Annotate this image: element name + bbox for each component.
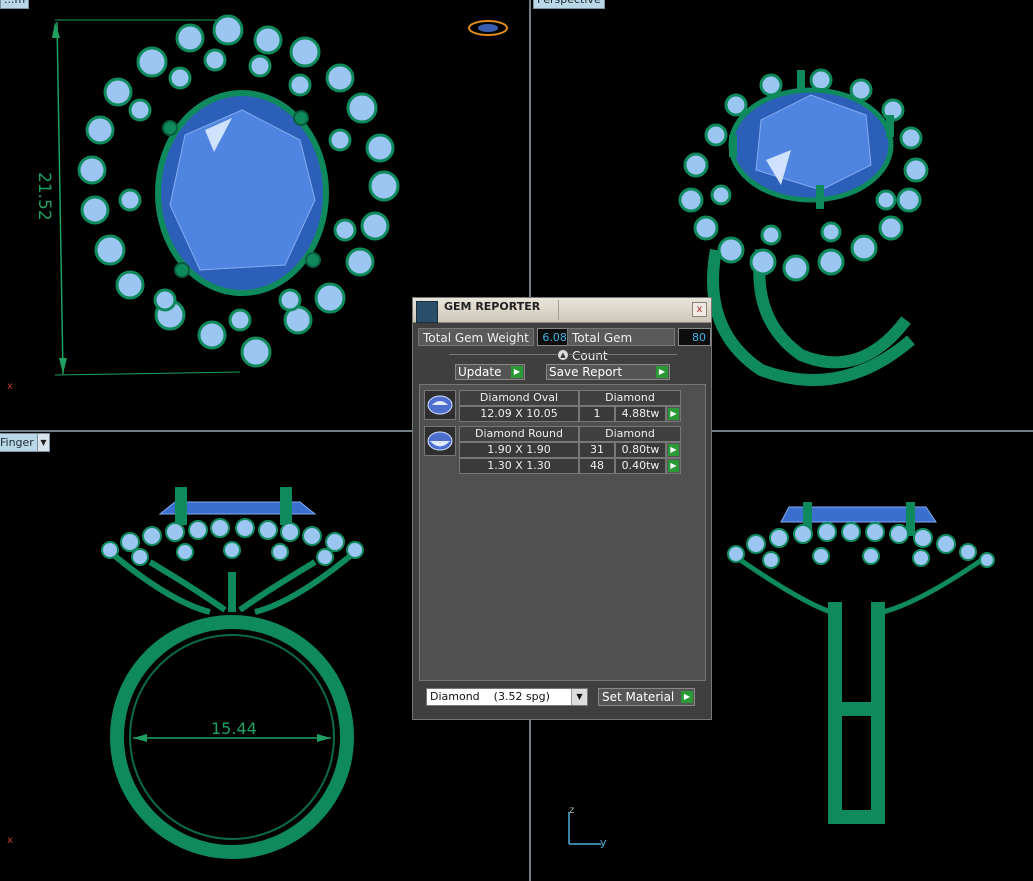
total-weight-group: Total Gem Weight 6.08 <box>418 328 572 346</box>
viewport-finger-label[interactable]: Finger <box>0 433 38 452</box>
gem-weight-cell: 0.40tw <box>615 458 666 474</box>
material-select-value: Diamond (3.52 spg) <box>430 690 550 703</box>
row-select-button[interactable]: ▶ <box>666 458 681 474</box>
round-gem-icon[interactable] <box>424 426 456 456</box>
play-arrow-icon: ▶ <box>668 408 679 420</box>
chevron-down-icon[interactable]: ▼ <box>571 689 587 705</box>
play-arrow-icon: ▶ <box>668 460 679 472</box>
axis-x-label: x <box>7 381 13 392</box>
play-arrow-icon: ▶ <box>656 366 668 378</box>
viewport-finger-dropdown[interactable]: ▼ <box>37 433 50 452</box>
oval-gem-icon[interactable] <box>424 390 456 420</box>
gem-shape-header: Diamond Round <box>459 426 579 442</box>
gem-material-header: Diamond <box>579 390 681 406</box>
play-arrow-icon: ▶ <box>668 444 679 456</box>
gem-count-cell: 31 <box>579 442 615 458</box>
gem-reporter-app-icon <box>416 301 438 323</box>
axis-z-label: z <box>569 805 575 816</box>
viewport-perspective-label[interactable]: Perspective <box>533 0 605 9</box>
update-button[interactable]: Update ▶ <box>455 364 525 380</box>
gem-material-header: Diamond <box>579 426 681 442</box>
material-select[interactable]: Diamond (3.52 spg) ▼ <box>426 688 588 706</box>
save-report-button[interactable]: Save Report ▶ <box>546 364 670 380</box>
collapse-toggle-icon[interactable]: ▲ <box>557 349 569 361</box>
gem-list[interactable]: Diamond Oval Diamond 12.09 X 10.05 1 4.8… <box>419 384 706 681</box>
row-select-button[interactable]: ▶ <box>666 406 681 422</box>
gem-size-cell: 1.30 X 1.30 <box>459 458 579 474</box>
dimension-height-label: 21.52 <box>34 172 54 221</box>
axis-x-label-front: x <box>7 835 13 846</box>
total-weight-label: Total Gem Weight <box>418 328 534 346</box>
total-count-group: Total Gem Count 80 <box>567 328 711 363</box>
gem-count-cell: 48 <box>579 458 615 474</box>
titlebar-separator <box>558 300 559 320</box>
axis-y-label: y <box>600 836 607 849</box>
gem-shape-header: Diamond Oval <box>459 390 579 406</box>
play-arrow-icon: ▶ <box>511 366 523 378</box>
total-count-label: Total Gem Count <box>567 328 676 363</box>
gem-weight-cell: 4.88tw <box>615 406 666 422</box>
gem-count-cell: 1 <box>579 406 615 422</box>
dimension-diameter-label: 15.44 <box>211 719 257 738</box>
row-select-button[interactable]: ▶ <box>666 442 681 458</box>
gem-reporter-title: GEM REPORTER <box>444 300 541 313</box>
gem-reporter-titlebar[interactable]: GEM REPORTER x <box>413 298 711 323</box>
gem-size-cell: 12.09 X 10.05 <box>459 406 579 422</box>
viewport-top-label[interactable]: ...m <box>0 0 30 9</box>
gem-reporter-panel: GEM REPORTER x Total Gem Weight 6.08 Tot… <box>412 297 712 720</box>
save-report-button-label: Save Report <box>549 365 623 379</box>
update-button-label: Update <box>458 365 502 379</box>
total-count-value: 80 <box>678 328 711 346</box>
gem-size-cell: 1.90 X 1.90 <box>459 442 579 458</box>
set-material-button[interactable]: Set Material ▶ <box>598 688 695 706</box>
set-material-button-label: Set Material <box>602 690 675 704</box>
play-arrow-icon: ▶ <box>681 691 693 703</box>
close-icon[interactable]: x <box>692 302 707 317</box>
gem-weight-cell: 0.80tw <box>615 442 666 458</box>
